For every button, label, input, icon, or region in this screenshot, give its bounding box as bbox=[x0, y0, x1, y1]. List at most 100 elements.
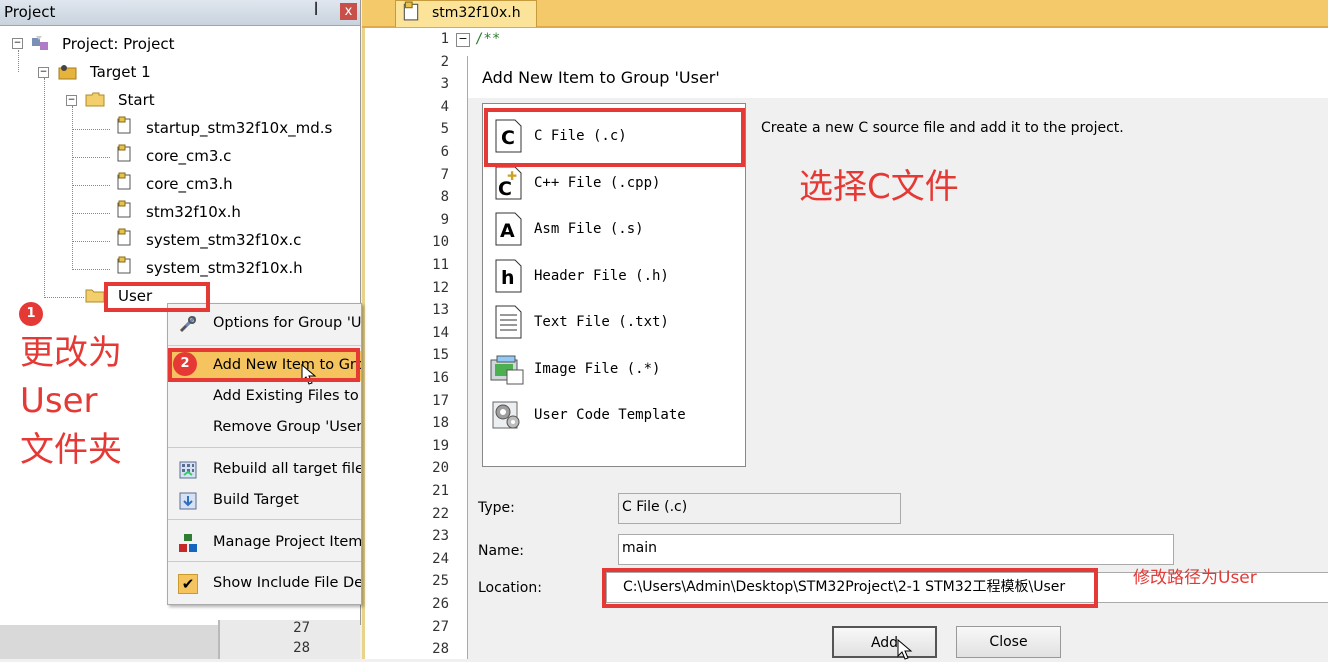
line-number: 14 bbox=[432, 324, 449, 341]
annotation-note-rename-3: 文件夹 bbox=[20, 430, 122, 470]
menu-separator bbox=[168, 345, 361, 346]
code-line-1: /** bbox=[475, 31, 501, 47]
list-item-label: User Code Template bbox=[534, 407, 686, 423]
file-icon bbox=[403, 1, 419, 21]
menu-separator bbox=[168, 447, 361, 448]
line-number: 11 bbox=[432, 257, 449, 273]
collapse-target-icon[interactable]: − bbox=[38, 67, 49, 78]
annotation-note-rename-2: User bbox=[20, 381, 98, 421]
tree-file-item[interactable]: core_cm3.h bbox=[146, 175, 233, 193]
annotation-note-rename-1: 更改为 bbox=[20, 333, 122, 373]
tree-file-item[interactable]: system_stm32f10x.h bbox=[146, 259, 303, 277]
cpp-file-icon: C✚ bbox=[495, 166, 522, 200]
folder-open-icon bbox=[85, 92, 105, 107]
svg-text:✚: ✚ bbox=[507, 169, 517, 183]
list-item-label: C++ File (.cpp) bbox=[534, 175, 661, 191]
template-gear-icon bbox=[492, 401, 520, 429]
menu-item-label: Manage Project Items bbox=[213, 534, 362, 550]
pin-icon[interactable]: ꟾ bbox=[314, 3, 318, 19]
project-panel-title: Project bbox=[4, 3, 56, 21]
tree-target-label[interactable]: Target 1 bbox=[90, 63, 151, 81]
tree-file-item[interactable]: stm32f10x.h bbox=[146, 203, 241, 221]
line-number: 17 bbox=[432, 392, 449, 409]
line-number: 13 bbox=[432, 302, 449, 319]
line-number: 2 bbox=[440, 53, 449, 70]
menu-item-label: Remove Group 'User' bbox=[213, 419, 362, 435]
menu-item-options-for-group[interactable]: Options for Group 'User' bbox=[168, 310, 361, 338]
editor-gutter-behind: 27 28 bbox=[218, 620, 360, 659]
file-icon bbox=[117, 116, 131, 134]
line-number: 22 bbox=[432, 505, 449, 522]
line-number: 24 bbox=[432, 550, 449, 567]
line-number: 4 bbox=[440, 98, 449, 115]
list-item-label: Text File (.txt) bbox=[534, 314, 669, 330]
collapse-root-icon[interactable]: − bbox=[12, 38, 23, 49]
list-item-asm-file[interactable]: A Asm File (.s) bbox=[483, 207, 745, 251]
list-item-user-code-template[interactable]: User Code Template bbox=[483, 393, 745, 437]
line-number: 27 bbox=[293, 620, 310, 636]
line-number: 8 bbox=[440, 189, 449, 206]
collapse-start-icon[interactable]: − bbox=[66, 95, 77, 106]
type-label: Type: bbox=[478, 500, 515, 516]
menu-item-label: Show Include File Dependencies bbox=[213, 575, 361, 591]
close-button[interactable]: Close bbox=[956, 626, 1061, 658]
line-number: 26 bbox=[432, 596, 449, 612]
menu-item-label: Build Target bbox=[213, 492, 299, 508]
project-panel-header: Project ꟾ x bbox=[0, 0, 360, 26]
close-icon[interactable]: x bbox=[340, 3, 357, 20]
list-item-cpp-file[interactable]: C ✚ C++ File (.cpp) bbox=[483, 161, 745, 205]
asm-file-icon: A bbox=[495, 212, 522, 246]
list-item-text-file[interactable]: Text File (.txt) bbox=[483, 300, 745, 344]
line-number: 16 bbox=[432, 370, 449, 386]
list-item-header-file[interactable]: h Header File (.h) bbox=[483, 254, 745, 298]
annotation-badge-2: 2 bbox=[173, 352, 197, 376]
menu-item-label: Rebuild all target files bbox=[213, 461, 362, 477]
menu-item-build-target[interactable]: Build Target bbox=[168, 487, 361, 515]
tab-stm32f10x-h[interactable]: stm32f10x.h bbox=[395, 0, 537, 27]
name-input[interactable]: main bbox=[618, 534, 1174, 565]
file-icon bbox=[117, 228, 131, 246]
menu-item-manage-project[interactable]: Manage Project Items bbox=[168, 529, 361, 557]
line-number: 15 bbox=[432, 347, 449, 364]
fold-icon[interactable]: − bbox=[456, 33, 470, 47]
checkmark-icon: ✔ bbox=[178, 574, 198, 594]
tab-label: stm32f10x.h bbox=[432, 5, 521, 21]
line-number: 12 bbox=[432, 279, 449, 296]
menu-item-remove-group[interactable]: Remove Group 'User' bbox=[168, 414, 361, 442]
list-item-label: Image File (.*) bbox=[534, 361, 661, 377]
menu-item-show-include-deps[interactable]: ✔ Show Include File Dependencies bbox=[168, 570, 361, 598]
line-number: 19 bbox=[432, 437, 449, 454]
tree-start-group-label[interactable]: Start bbox=[118, 91, 155, 109]
line-number: 20 bbox=[432, 460, 449, 477]
target-icon bbox=[58, 65, 77, 80]
line-number: 27 bbox=[432, 618, 449, 635]
rebuild-icon bbox=[179, 461, 197, 479]
folder-icon bbox=[85, 289, 105, 303]
tree-file-item[interactable]: startup_stm32f10x_md.s bbox=[146, 119, 332, 137]
svg-text:h: h bbox=[501, 267, 515, 289]
menu-item-add-existing-files[interactable]: Add Existing Files to Group 'User' bbox=[168, 383, 361, 411]
mouse-cursor-icon bbox=[897, 638, 913, 660]
menu-item-label: Options for Group 'User' bbox=[213, 315, 362, 331]
line-number: 6 bbox=[440, 144, 449, 160]
add-button[interactable]: Add bbox=[832, 626, 937, 658]
file-icon bbox=[117, 256, 131, 274]
list-item-image-file[interactable]: Image File (.*) bbox=[483, 347, 745, 391]
name-label: Name: bbox=[478, 543, 525, 559]
location-label: Location: bbox=[478, 580, 542, 596]
annotation-box-user-folder bbox=[104, 282, 210, 312]
menu-item-rebuild-all[interactable]: Rebuild all target files bbox=[168, 456, 361, 484]
line-number: 10 bbox=[432, 234, 449, 251]
tree-root-label[interactable]: Project: Project bbox=[62, 35, 174, 53]
annotation-note-location: 修改路径为User bbox=[1133, 568, 1257, 588]
line-number: 7 bbox=[440, 166, 449, 183]
tree-file-item[interactable]: system_stm32f10x.c bbox=[146, 231, 301, 249]
tree-file-item[interactable]: core_cm3.c bbox=[146, 147, 231, 165]
type-value: C File (.c) bbox=[618, 493, 901, 524]
manage-icon bbox=[179, 534, 197, 552]
svg-text:A: A bbox=[500, 220, 515, 242]
dialog-title: Add New Item to Group 'User' bbox=[482, 68, 720, 87]
line-number: 1 bbox=[440, 31, 449, 47]
line-number: 28 bbox=[293, 640, 310, 656]
item-description: Create a new C source file and add it to… bbox=[761, 120, 1124, 136]
